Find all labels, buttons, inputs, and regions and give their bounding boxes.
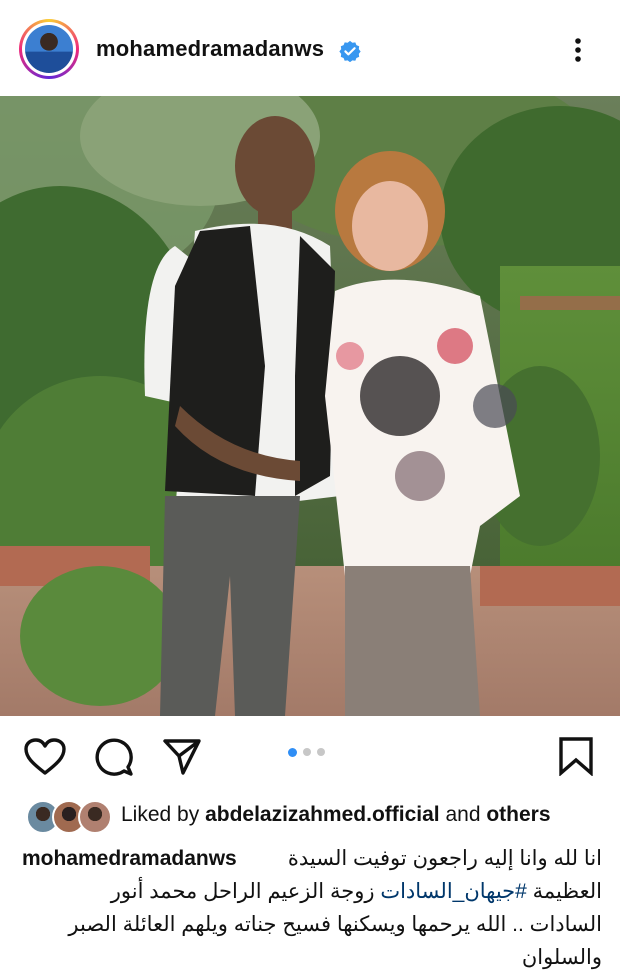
story-ring-avatar[interactable]: [19, 19, 79, 79]
bookmark-icon[interactable]: [558, 736, 594, 776]
liker-avatar[interactable]: [78, 800, 112, 834]
likes-and: and: [439, 803, 487, 826]
post-username[interactable]: mohamedramadanws: [96, 36, 324, 62]
caption-line-2b: زوجة الزعيم الراحل محمد أنور: [110, 880, 381, 903]
caption-first-line: mohamedramadanws انا لله وانا إليه راجعو…: [22, 842, 602, 875]
caption-username[interactable]: mohamedramadanws: [22, 842, 237, 875]
send-icon[interactable]: [162, 737, 202, 777]
caption-line-2: العظيمة #جيهان_السادات زوجة الزعيم الراح…: [22, 875, 602, 908]
photo-image: [0, 96, 620, 716]
verified-badge-icon: [339, 40, 361, 62]
carousel-dot: [303, 748, 311, 756]
likes-user[interactable]: abdelazizahmed.official: [205, 803, 440, 826]
heart-icon[interactable]: [24, 738, 66, 776]
more-vertical-icon[interactable]: [566, 34, 590, 66]
likes-others[interactable]: others: [486, 803, 550, 826]
post-caption: mohamedramadanws انا لله وانا إليه راجعو…: [22, 842, 602, 974]
caption-line-3: السادات .. الله يرحمها ويسكنها فسيح جنات…: [68, 913, 602, 936]
caption-line-2a: العظيمة: [526, 880, 602, 903]
carousel-dot-active: [288, 748, 297, 757]
comment-icon[interactable]: [94, 737, 134, 777]
likes-summary[interactable]: Liked by abdelazizahmed.official and oth…: [121, 803, 551, 827]
caption-line-1: انا لله وانا إليه راجعون توفيت السيدة: [287, 847, 602, 870]
carousel-dot: [317, 748, 325, 756]
caption-hashtag[interactable]: #جيهان_السادات: [380, 880, 527, 903]
avatar: [25, 25, 73, 73]
carousel-indicator: [288, 748, 325, 757]
avatar-frame: [22, 22, 76, 76]
post-header: mohamedramadanws: [0, 0, 620, 96]
post-photo[interactable]: [0, 96, 620, 716]
likes-prefix: Liked by: [121, 803, 206, 826]
